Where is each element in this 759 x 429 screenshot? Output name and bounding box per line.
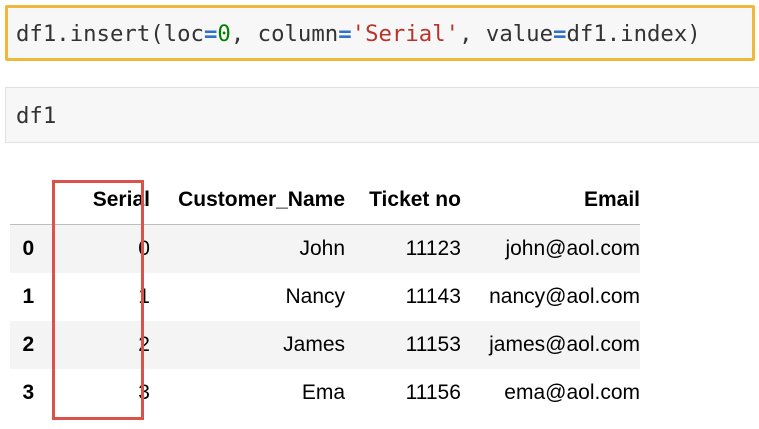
code-token-number: 0	[217, 21, 231, 47]
header-customer-name: Customer_Name	[149, 176, 346, 225]
header-index	[10, 176, 47, 225]
table-row: 3 3 Ema 11156 ema@aol.com	[10, 369, 640, 417]
code-token-operator: =	[553, 21, 567, 47]
table-row: 2 2 James 11153 james@aol.com	[10, 321, 640, 369]
code-token-operator: =	[338, 21, 352, 47]
cell-email: john@aol.com	[505, 237, 640, 260]
code-line-insert: df1.insert(loc=0, column='Serial', value…	[16, 21, 701, 47]
code-cell-insert[interactable]: df1.insert(loc=0, column='Serial', value…	[5, 5, 755, 61]
row-index: 3	[22, 381, 35, 404]
code-token: df1.index)	[566, 21, 701, 47]
code-cell-df1[interactable]: df1	[5, 87, 759, 143]
cell-ticket-no: 11143	[405, 285, 461, 308]
row-index: 0	[22, 237, 35, 260]
cell-ticket-no: 11153	[405, 333, 461, 356]
table-header-row: Serial Customer_Name Ticket no Email	[10, 176, 640, 225]
code-token-string: 'Serial'	[351, 21, 460, 47]
header-ticket-no: Ticket no	[345, 176, 461, 225]
code-line-df1: df1	[16, 103, 57, 129]
cell-serial: 0	[138, 237, 150, 260]
cell-ticket-no: 11123	[405, 237, 461, 260]
code-token: , value	[459, 21, 554, 47]
cell-customer-name: James	[283, 333, 346, 356]
table-row: 1 1 Nancy 11143 nancy@aol.com	[10, 273, 640, 321]
cell-email: james@aol.com	[489, 333, 640, 356]
cell-serial: 3	[138, 381, 150, 404]
header-email: Email	[460, 176, 640, 225]
cell-email: ema@aol.com	[504, 381, 640, 404]
cell-ticket-no: 11156	[405, 381, 461, 404]
dataframe-output-table: Serial Customer_Name Ticket no Email 0 0…	[10, 176, 640, 417]
cell-customer-name: Nancy	[285, 285, 346, 308]
cell-serial: 2	[138, 333, 150, 356]
row-index: 1	[22, 285, 35, 308]
cell-email: nancy@aol.com	[489, 285, 640, 308]
cell-customer-name: Ema	[301, 381, 346, 404]
cell-serial: 1	[138, 285, 150, 308]
header-serial: Serial	[46, 176, 150, 225]
row-index: 2	[22, 333, 35, 356]
code-token: df1.insert(loc	[16, 21, 204, 47]
code-token: , column	[230, 21, 339, 47]
code-token-operator: =	[203, 21, 218, 47]
cell-customer-name: John	[299, 237, 346, 260]
table-row: 0 0 John 11123 john@aol.com	[10, 224, 640, 273]
